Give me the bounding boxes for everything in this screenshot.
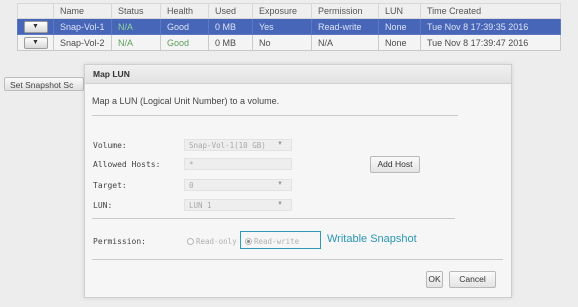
column-header-lun[interactable]: LUN <box>378 3 421 19</box>
dialog-title-bar: Map LUN <box>85 65 511 84</box>
volume-label: Volume: <box>93 141 127 150</box>
row-menu-cell: ▼ <box>17 18 54 35</box>
add-host-button[interactable]: Add Host <box>370 156 420 173</box>
read-only-radio[interactable] <box>187 238 194 245</box>
cell-used: 0 MB <box>208 18 253 35</box>
cell-health: Good <box>160 18 209 35</box>
caret-down-icon: ▼ <box>277 141 283 147</box>
target-select[interactable]: 0 ▼ <box>184 179 292 191</box>
cell-exposure: No <box>252 34 312 51</box>
cell-time-created: Tue Nov 8 17:39:47 2016 <box>420 34 561 51</box>
volume-select[interactable]: Snap-Vol-1(10 GB) ▼ <box>184 139 292 151</box>
map-lun-dialog: Map LUN Map a LUN (Logical Unit Number) … <box>84 64 512 298</box>
caret-down-icon: ▼ <box>277 181 283 187</box>
row-menu-cell: ▼ <box>17 34 54 51</box>
target-label: Target: <box>93 181 127 190</box>
chevron-down-icon[interactable]: ▼ <box>23 36 48 49</box>
column-header-exposure[interactable]: Exposure <box>252 3 312 19</box>
cell-permission: Read-write <box>311 18 379 35</box>
table-header-row: Name Status Health Used Exposure Permiss… <box>17 3 561 19</box>
column-header-status[interactable]: Status <box>111 3 161 19</box>
dialog-title: Map LUN <box>93 69 130 79</box>
cell-lun: None <box>378 18 421 35</box>
lun-select[interactable]: LUN 1 ▼ <box>184 199 292 211</box>
cell-lun: None <box>378 34 421 51</box>
cell-health: Good <box>160 34 209 51</box>
dialog-description: Map a LUN (Logical Unit Number) to a vol… <box>92 96 280 106</box>
allowed-hosts-field[interactable]: * <box>184 158 292 170</box>
snapshot-volume-table: Name Status Health Used Exposure Permiss… <box>17 3 561 51</box>
cancel-button[interactable]: Cancel <box>449 271 496 288</box>
permission-label: Permission: <box>93 237 146 246</box>
cell-name: Snap-Vol-2 <box>53 34 112 51</box>
cell-used: 0 MB <box>208 34 253 51</box>
column-header-time-created[interactable]: Time Created <box>420 3 561 19</box>
cell-time-created: Tue Nov 8 17:39:35 2016 <box>420 18 561 35</box>
read-only-label: Read-only <box>196 237 237 246</box>
cell-permission: N/A <box>311 34 379 51</box>
column-header <box>17 3 54 19</box>
table-row[interactable]: ▼ Snap-Vol-2 N/A Good 0 MB No N/A None T… <box>17 34 561 51</box>
cell-status: N/A <box>111 34 161 51</box>
column-header-used[interactable]: Used <box>208 3 253 19</box>
divider <box>92 218 455 219</box>
divider <box>92 259 503 260</box>
divider <box>92 115 458 116</box>
allowed-hosts-label: Allowed Hosts: <box>93 160 161 169</box>
cell-name: Snap-Vol-1 <box>53 18 112 35</box>
table-row[interactable]: ▼ Snap-Vol-1 N/A Good 0 MB Yes Read-writ… <box>17 18 561 35</box>
cell-status: N/A <box>111 18 161 35</box>
volume-value: Snap-Vol-1(10 GB) <box>189 141 266 150</box>
writable-snapshot-annotation: Writable Snapshot <box>327 233 417 245</box>
chevron-down-icon[interactable]: ▼ <box>23 20 48 33</box>
column-header-health[interactable]: Health <box>160 3 209 19</box>
column-header-permission[interactable]: Permission <box>311 3 379 19</box>
lun-label: LUN: <box>93 201 113 210</box>
ok-button[interactable]: OK <box>426 271 443 288</box>
caret-down-icon: ▼ <box>277 201 283 207</box>
target-value: 0 <box>189 181 194 190</box>
cell-exposure: Yes <box>252 18 312 35</box>
lun-value: LUN 1 <box>189 201 212 210</box>
allowed-hosts-value: * <box>189 160 194 169</box>
column-header-name[interactable]: Name <box>53 3 112 19</box>
set-snapshot-schedule-button[interactable]: Set Snapshot Sc <box>4 77 84 91</box>
read-write-highlight-box <box>240 231 321 249</box>
